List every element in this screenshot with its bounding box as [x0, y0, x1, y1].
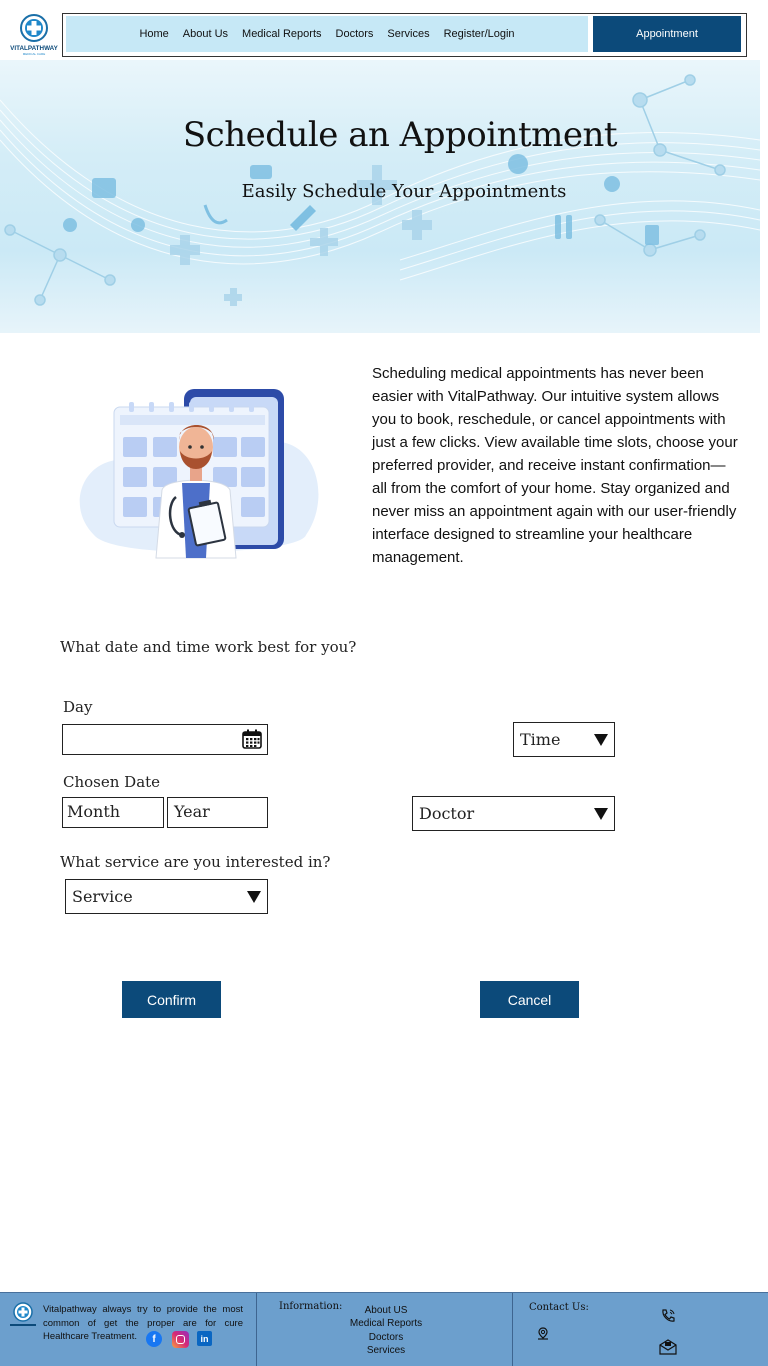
appointment-button[interactable]: Appointment: [593, 16, 741, 52]
cancel-button[interactable]: Cancel: [480, 981, 579, 1018]
page-title: Schedule an Appointment: [182, 115, 618, 155]
footer-contact-heading: Contact Us:: [529, 1302, 589, 1313]
svg-text:MEDICAL CARE: MEDICAL CARE: [23, 52, 45, 56]
footer-link-medical-reports[interactable]: Medical Reports: [326, 1318, 446, 1329]
nav-home[interactable]: Home: [139, 28, 168, 40]
time-select[interactable]: Time: [513, 722, 615, 757]
footer-link-doctors[interactable]: Doctors: [326, 1332, 446, 1343]
mail-icon[interactable]: [659, 1339, 677, 1355]
time-select-label: Time: [520, 730, 561, 749]
footer-link-services[interactable]: Services: [326, 1345, 446, 1356]
footer-about-text: Vitalpathway always try to provide the m…: [43, 1304, 243, 1342]
svg-text:VITALPATHWAY: VITALPATHWAY: [10, 45, 58, 52]
location-icon[interactable]: [536, 1327, 550, 1341]
instagram-icon[interactable]: [172, 1331, 189, 1348]
phone-icon[interactable]: [660, 1308, 676, 1324]
service-question: What service are you interested in?: [60, 853, 331, 871]
footer-link-about[interactable]: About US: [326, 1305, 446, 1316]
nav-medical-reports[interactable]: Medical Reports: [242, 28, 321, 40]
doctor-select[interactable]: Doctor: [412, 796, 615, 831]
calendar-icon[interactable]: [242, 729, 262, 749]
nav-doctors[interactable]: Doctors: [336, 28, 374, 40]
nav-services[interactable]: Services: [387, 28, 429, 40]
vitalpathway-logo[interactable]: VITALPATHWAY MEDICAL CARE: [10, 13, 58, 57]
chosen-date-label: Chosen Date: [63, 773, 161, 791]
day-input[interactable]: [62, 724, 268, 755]
dropdown-arrow-icon: [247, 890, 261, 903]
intro-paragraph: Scheduling medical appointments has neve…: [372, 365, 738, 566]
day-label: Day: [63, 698, 93, 716]
doctor-select-label: Doctor: [419, 804, 475, 823]
month-input[interactable]: Month: [62, 797, 164, 828]
page-subtitle: Easily Schedule Your Appointments: [241, 181, 567, 202]
service-select[interactable]: Service: [65, 879, 268, 914]
doctor-calendar-illustration: [79, 389, 319, 559]
dropdown-arrow-icon: [594, 807, 608, 820]
confirm-button[interactable]: Confirm: [122, 981, 221, 1018]
datetime-question: What date and time work best for you?: [60, 638, 357, 656]
footer-logo[interactable]: [8, 1301, 38, 1331]
main-nav: Home About Us Medical Reports Doctors Se…: [66, 16, 588, 52]
linkedin-icon[interactable]: in: [197, 1331, 212, 1346]
nav-register-login[interactable]: Register/Login: [444, 28, 515, 40]
service-select-label: Service: [72, 887, 133, 906]
facebook-icon[interactable]: f: [146, 1331, 162, 1347]
hero-banner: Schedule an Appointment Easily Schedule …: [0, 60, 760, 333]
dropdown-arrow-icon: [594, 733, 608, 746]
year-input[interactable]: Year: [167, 797, 268, 828]
nav-about-us[interactable]: About Us: [183, 28, 228, 40]
